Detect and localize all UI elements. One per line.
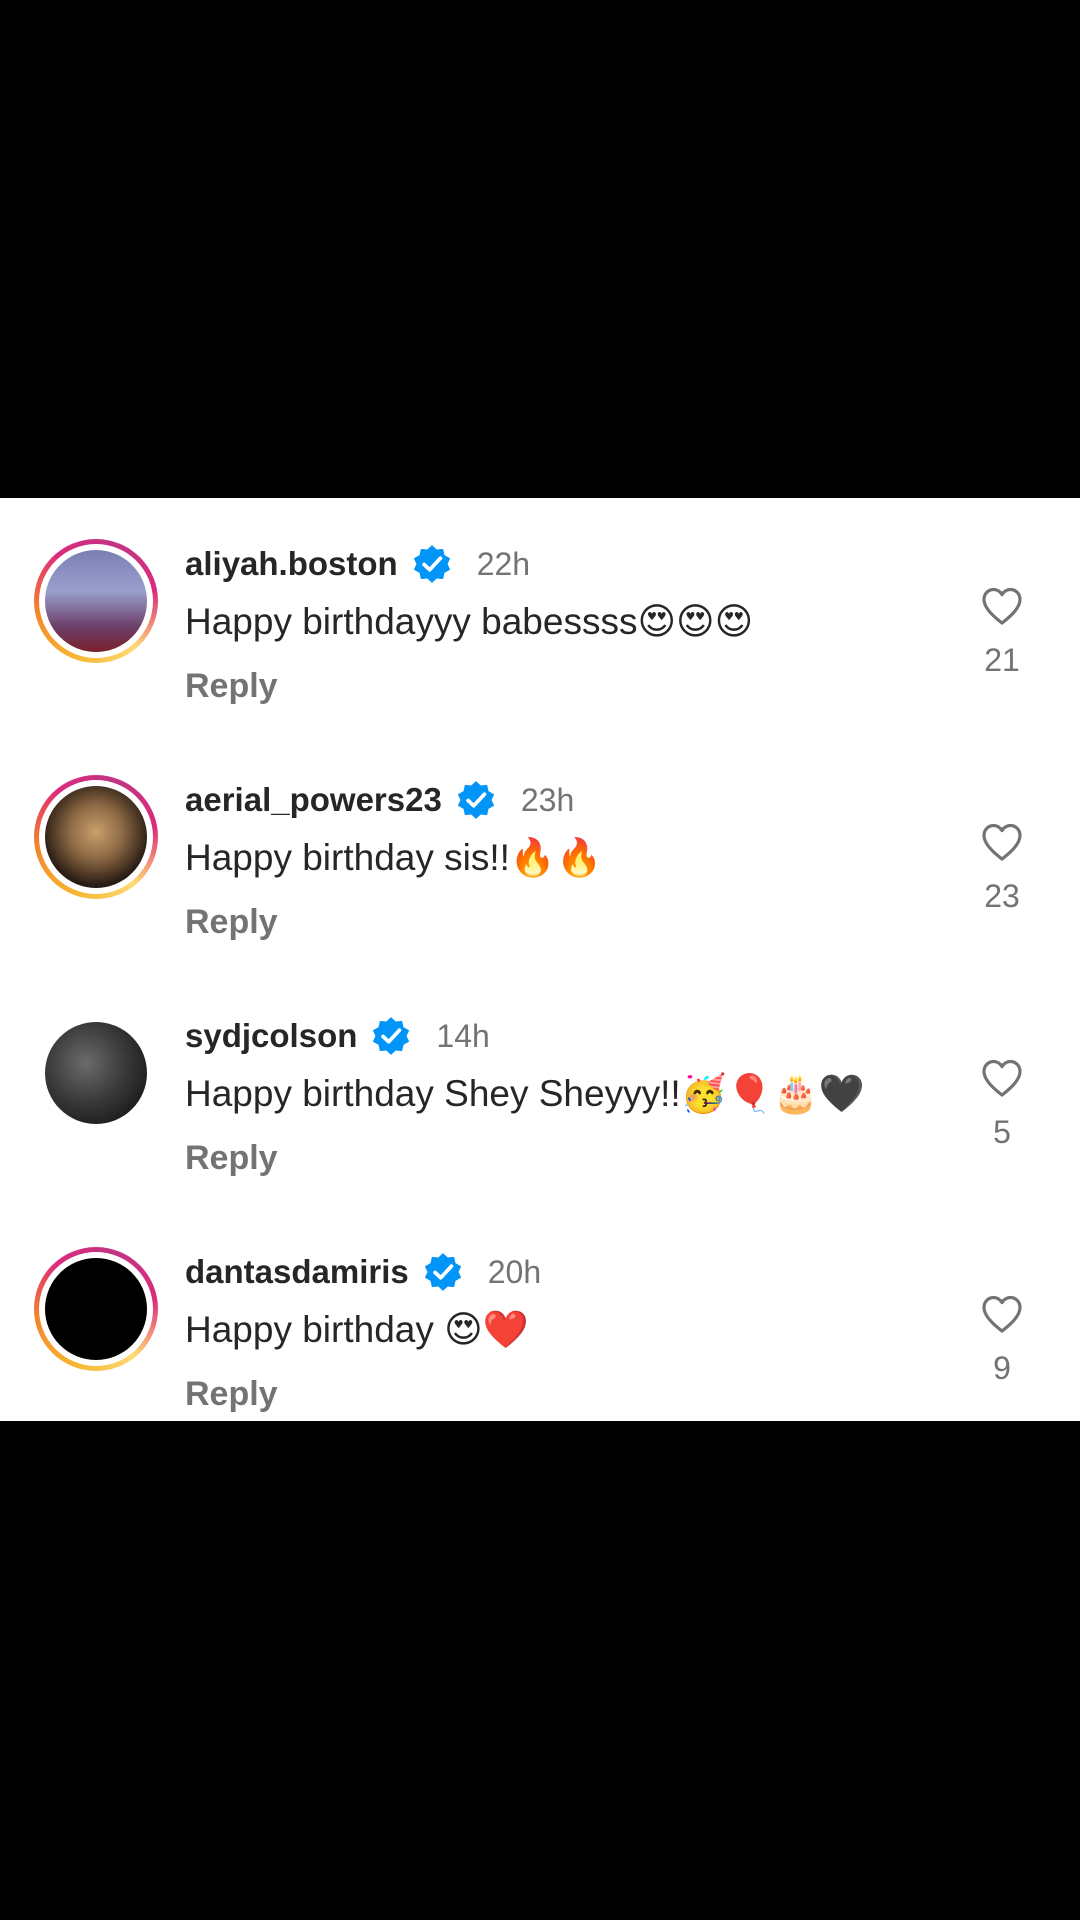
- comment-username[interactable]: dantasdamiris: [185, 1253, 409, 1291]
- comment-username[interactable]: sydjcolson: [185, 1017, 357, 1055]
- like-count: 23: [984, 878, 1020, 914]
- top-black-area: [0, 0, 1080, 498]
- verified-badge-icon: [457, 781, 495, 819]
- comment-item: aerial_powers23 23h Happy birthday sis!!…: [0, 754, 1080, 954]
- comment-item: sydjcolson 14h Happy birthday Shey Sheyy…: [0, 990, 1080, 1190]
- avatar-story-ring[interactable]: [34, 775, 158, 899]
- avatar-container[interactable]: [34, 1011, 158, 1135]
- avatar: [45, 1258, 147, 1360]
- reply-button[interactable]: Reply: [185, 1136, 278, 1180]
- comment-text: Happy birthday sis!!🔥🔥: [185, 837, 603, 878]
- comment-username[interactable]: aerial_powers23: [185, 781, 442, 819]
- comments-panel: aliyah.boston 22h Happy birthdayyy babes…: [0, 498, 1080, 1421]
- comment-text: Happy birthdayyy babessss😍😍😍: [185, 601, 754, 642]
- avatar: [45, 550, 147, 652]
- reply-button[interactable]: Reply: [185, 1372, 278, 1416]
- avatar: [45, 786, 147, 888]
- comment-timestamp: 14h: [436, 1017, 490, 1054]
- verified-badge-icon: [424, 1253, 461, 1291]
- comment-username[interactable]: aliyah.boston: [185, 545, 398, 583]
- like-count: 21: [984, 642, 1020, 678]
- bottom-black-area: [0, 1421, 1080, 1920]
- comment-text: Happy birthday 😍❤️: [185, 1309, 529, 1350]
- verified-badge-icon: [373, 1017, 410, 1055]
- comment-item: dantasdamiris 20h Happy birthday 😍❤️ Rep…: [0, 1226, 1080, 1426]
- avatar-story-ring[interactable]: [34, 1247, 158, 1371]
- reply-button[interactable]: Reply: [185, 900, 278, 944]
- comment-timestamp: 22h: [476, 545, 531, 582]
- verified-badge-icon: [413, 545, 450, 583]
- heart-outline-icon[interactable]: [980, 822, 1024, 862]
- avatar: [45, 1022, 147, 1124]
- comment-timestamp: 20h: [487, 1253, 542, 1290]
- like-count: 5: [993, 1114, 1011, 1150]
- heart-outline-icon[interactable]: [980, 1058, 1024, 1098]
- comment-timestamp: 23h: [520, 781, 575, 818]
- comment-text: Happy birthday Shey Sheyyy!!🥳🎈🎂🖤: [185, 1073, 865, 1114]
- reply-button[interactable]: Reply: [185, 664, 278, 708]
- avatar-story-ring[interactable]: [34, 539, 158, 663]
- like-count: 9: [993, 1350, 1011, 1386]
- heart-outline-icon[interactable]: [980, 1294, 1024, 1334]
- comment-item: aliyah.boston 22h Happy birthdayyy babes…: [0, 518, 1080, 718]
- heart-outline-icon[interactable]: [980, 586, 1024, 626]
